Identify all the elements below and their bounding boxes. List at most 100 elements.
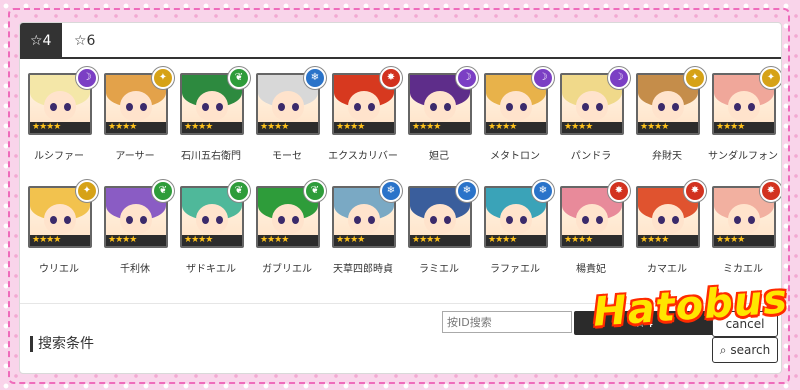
character-name: エクスカリバー (328, 151, 398, 162)
character-name: ミカエル (723, 264, 763, 275)
character-card[interactable]: ★★★★ ✸ カマエル (634, 180, 708, 284)
character-name: 天草四郎時貞 (333, 264, 393, 275)
character-card[interactable]: ★★★★ ☽ ルシファー (26, 67, 100, 171)
character-eye (672, 103, 679, 111)
character-card[interactable]: ★★★★ ✸ 楊貴妃 (558, 180, 632, 284)
light-orb-icon: ✦ (684, 67, 706, 89)
character-face (196, 91, 228, 121)
character-eye (430, 103, 437, 111)
search-button[interactable]: ⌕ search (712, 337, 778, 363)
character-card[interactable]: ★★★★ ❦ ザドキエル (178, 180, 252, 284)
character-eye (278, 216, 285, 224)
character-card[interactable]: ★★★★ ✦ アーサー (102, 67, 176, 171)
character-name: 石川五右衛門 (181, 151, 241, 162)
wood-orb-icon: ❦ (228, 180, 250, 202)
character-eye (354, 216, 361, 224)
rarity-stars: ★★★★ (410, 235, 470, 246)
character-card[interactable]: ★★★★ ❄ 天草四郎時貞 (330, 180, 404, 284)
character-eye (292, 216, 299, 224)
character-eye (50, 216, 57, 224)
rarity-stars: ★★★★ (30, 122, 90, 133)
fire-orb-icon: ✸ (760, 180, 781, 202)
character-card[interactable]: ★★★★ ❄ モーセ (254, 67, 328, 171)
character-eye (734, 103, 741, 111)
character-card[interactable]: ★★★★ ❄ ラミエル (406, 180, 480, 284)
character-eye (202, 103, 209, 111)
character-card[interactable]: ★★★★ ✦ 弁財天 (634, 67, 708, 171)
character-name: ルシファー (34, 151, 84, 162)
character-card[interactable]: ★★★★ ☽ パンドラ (558, 67, 632, 171)
character-card[interactable]: ★★★★ ✸ エクスカリバー (328, 67, 404, 171)
character-eye (368, 103, 375, 111)
character-card[interactable]: ★★★★ ✦ サンダルフォン (708, 67, 781, 171)
character-card[interactable]: ★★★★ ✸ ミカエル (710, 180, 781, 284)
light-orb-icon: ✦ (152, 67, 174, 89)
character-eye (216, 216, 223, 224)
water-orb-icon: ❄ (304, 67, 326, 89)
rarity-stars: ★★★★ (562, 122, 622, 133)
rarity-stars: ★★★★ (182, 122, 242, 133)
character-name: ウリエル (39, 264, 79, 275)
rarity-stars: ★★★★ (30, 235, 90, 246)
character-eye (520, 103, 527, 111)
magnifier-icon: ⌕ (719, 343, 727, 357)
character-card[interactable]: ★★★★ ❦ 千利休 (102, 180, 176, 284)
tab-star-4[interactable]: ☆4 (20, 23, 62, 57)
character-name: 妲己 (429, 151, 449, 162)
fire-orb-icon: ✸ (684, 180, 706, 202)
character-name: モーセ (272, 151, 302, 162)
character-card[interactable]: ★★★★ ☽ 妲己 (406, 67, 480, 171)
character-card[interactable]: ★★★★ ✦ ウリエル (26, 180, 100, 284)
character-face (424, 204, 456, 234)
rarity-stars: ★★★★ (106, 235, 166, 246)
character-face (196, 204, 228, 234)
character-eye (202, 216, 209, 224)
character-face (652, 91, 684, 121)
rarity-stars: ★★★★ (486, 235, 546, 246)
character-eye (506, 103, 513, 111)
rarity-stars: ★★★★ (334, 122, 394, 133)
character-card[interactable]: ★★★★ ❦ 石川五右衛門 (178, 67, 252, 171)
character-eye (444, 103, 451, 111)
dark-orb-icon: ☽ (456, 67, 478, 89)
id-search-input[interactable] (442, 311, 572, 333)
character-eye (748, 103, 755, 111)
character-face (120, 91, 152, 121)
rarity-stars: ★★★★ (486, 122, 546, 133)
fire-orb-icon: ✸ (380, 67, 402, 89)
character-name: アーサー (115, 151, 155, 162)
character-face (348, 91, 380, 121)
character-eye (292, 103, 299, 111)
character-eye (596, 216, 603, 224)
light-orb-icon: ✦ (760, 67, 781, 89)
character-card[interactable]: ★★★★ ❄ ラファエル (482, 180, 556, 284)
character-face (272, 91, 304, 121)
character-name: ザドキエル (186, 264, 236, 275)
search-conditions-title: 搜索条件 (30, 336, 94, 352)
character-eye (734, 216, 741, 224)
character-eye (216, 103, 223, 111)
wood-orb-icon: ❦ (152, 180, 174, 202)
wood-orb-icon: ❦ (228, 67, 250, 89)
character-eye (506, 216, 513, 224)
character-eye (596, 103, 603, 111)
character-eye (658, 103, 665, 111)
dark-orb-icon: ☽ (532, 67, 554, 89)
character-eye (430, 216, 437, 224)
character-face (728, 91, 760, 121)
character-eye (64, 216, 71, 224)
character-name: サンダルフォン (708, 151, 778, 162)
water-orb-icon: ❄ (380, 180, 402, 202)
character-face (576, 91, 608, 121)
fire-orb-icon: ✸ (608, 180, 630, 202)
rarity-tabs: ☆4 ☆6 (20, 23, 781, 59)
character-eye (520, 216, 527, 224)
character-card[interactable]: ★★★★ ☽ メタトロン (482, 67, 556, 171)
character-eye (658, 216, 665, 224)
tab-star-6[interactable]: ☆6 (64, 23, 105, 57)
light-orb-icon: ✦ (76, 180, 98, 202)
character-card[interactable]: ★★★★ ❦ ガブリエル (254, 180, 328, 284)
water-orb-icon: ❄ (532, 180, 554, 202)
rarity-stars: ★★★★ (714, 122, 774, 133)
wood-orb-icon: ❦ (304, 180, 326, 202)
